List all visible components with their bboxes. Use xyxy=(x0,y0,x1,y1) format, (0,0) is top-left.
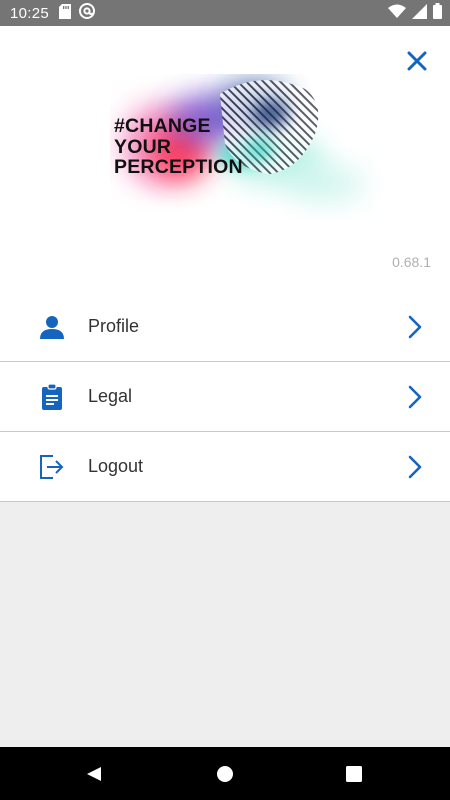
clipboard-icon xyxy=(38,383,66,411)
back-icon xyxy=(87,766,101,781)
logo-line-2: YOUR xyxy=(114,135,172,158)
menu-list: Profile Legal Logout xyxy=(0,291,450,502)
person-icon xyxy=(38,313,66,341)
menu-item-logout[interactable]: Logout xyxy=(0,432,450,502)
at-sign-icon xyxy=(79,3,96,23)
logo-line-1: #CHANGE xyxy=(114,115,211,137)
status-left-icons xyxy=(59,3,96,23)
sd-card-icon xyxy=(59,3,72,23)
chevron-right-icon xyxy=(406,455,424,479)
wifi-icon xyxy=(388,4,406,22)
chevron-right-icon xyxy=(406,315,424,339)
app-version: 0.68.1 xyxy=(392,254,431,270)
logout-icon xyxy=(38,453,66,481)
menu-item-label: Profile xyxy=(88,316,140,336)
app-screen: 10:25 #CHANGE YOUR PERCEPTION 0.68.1 Pro… xyxy=(0,0,450,800)
recents-button[interactable] xyxy=(324,747,384,800)
menu-item-label: Logout xyxy=(88,456,144,476)
battery-icon xyxy=(433,3,442,23)
logo-line-3: PERCEPTION xyxy=(114,156,243,178)
status-time: 10:25 xyxy=(10,4,50,22)
home-icon xyxy=(217,765,233,782)
recents-icon xyxy=(346,765,362,782)
status-bar: 10:25 xyxy=(0,0,450,26)
logo-text: #CHANGE YOUR PERCEPTION xyxy=(114,116,243,178)
status-right-icons xyxy=(388,0,442,26)
close-button[interactable] xyxy=(402,46,432,76)
menu-item-label: Legal xyxy=(88,386,133,406)
home-button[interactable] xyxy=(195,747,255,800)
menu-item-legal[interactable]: Legal xyxy=(0,362,450,432)
close-icon xyxy=(407,51,427,71)
back-button[interactable] xyxy=(64,747,124,800)
chevron-right-icon xyxy=(406,385,424,409)
menu-item-profile[interactable]: Profile xyxy=(0,291,450,362)
navigation-bar xyxy=(0,747,450,800)
cellular-signal-icon xyxy=(412,3,427,23)
